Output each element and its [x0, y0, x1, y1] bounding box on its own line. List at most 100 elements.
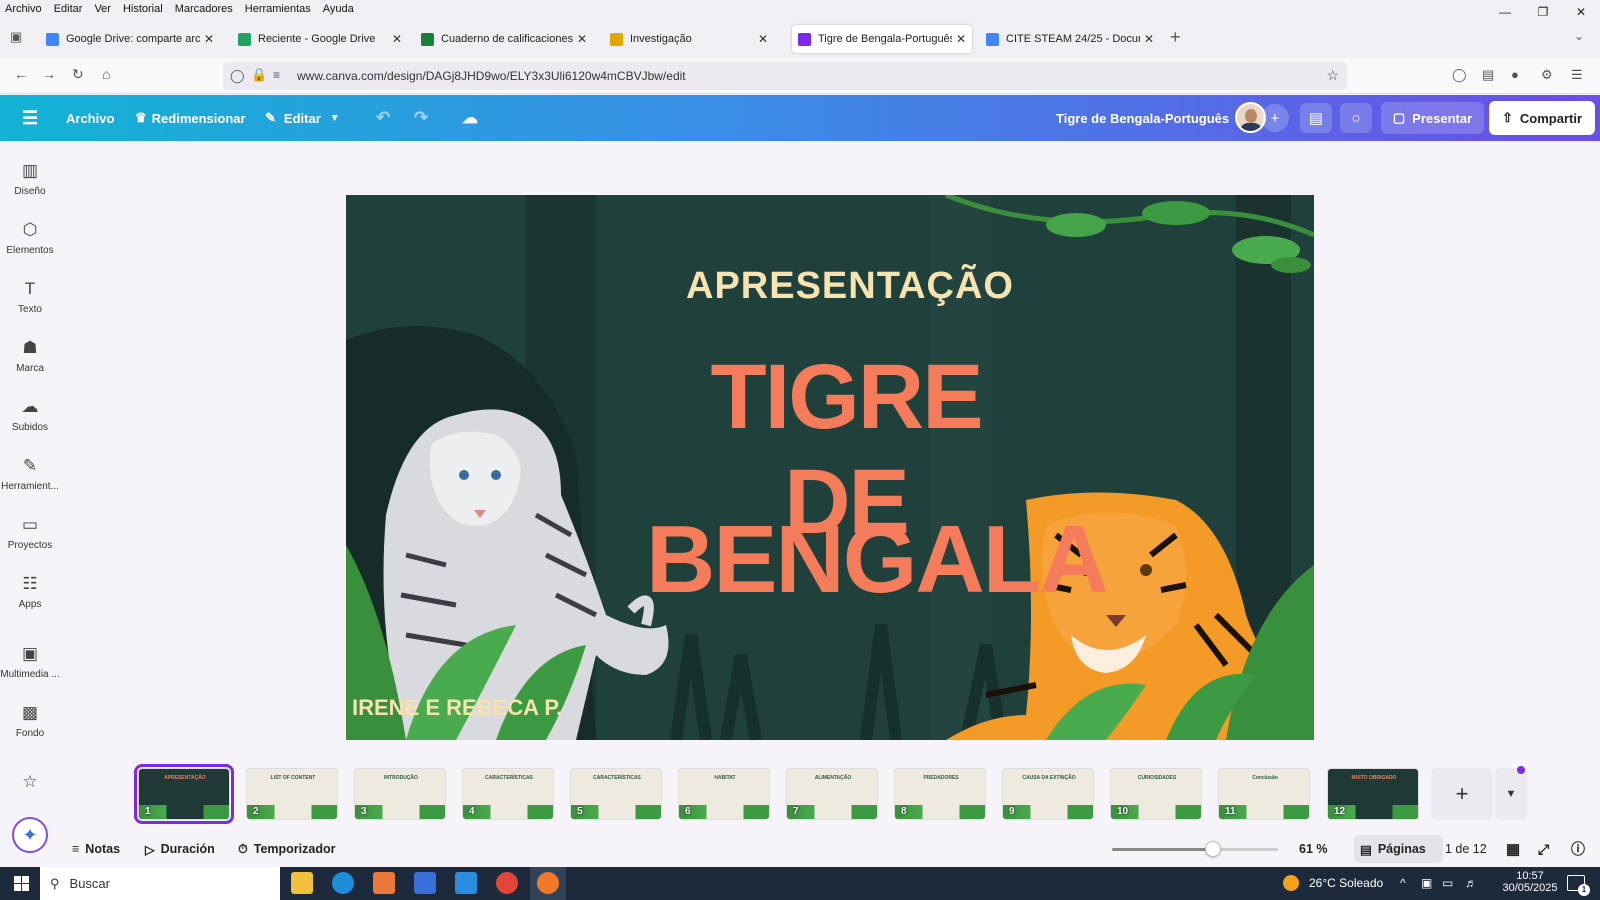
page-thumbnail[interactable]: HABITAT 6 — [678, 768, 770, 820]
mail-icon[interactable] — [455, 872, 477, 894]
slide-authors[interactable]: IRENE E REBECA P. — [352, 695, 562, 721]
taskbar-search[interactable]: ⚲ Buscar — [40, 867, 280, 900]
insights-chart-icon[interactable]: ▤ — [1300, 103, 1332, 133]
lock-icon[interactable]: 🔒 — [251, 67, 267, 83]
address-bar[interactable]: ◯ 🔒 ≡ www.canva.com/design/DAGj8JHD9wo/E… — [223, 62, 1347, 90]
sidebar-item-apps[interactable]: ☷ Apps — [0, 573, 60, 610]
browser-menu-item[interactable]: Marcadores — [169, 3, 239, 15]
close-tab-icon[interactable]: ✕ — [758, 32, 768, 46]
close-tab-icon[interactable]: ✕ — [1144, 32, 1154, 46]
page-thumbnail[interactable]: CURIOSIDADES 10 — [1110, 768, 1202, 820]
browser-menu-item[interactable]: Archivo — [0, 3, 48, 15]
bookmark-star-icon[interactable]: ☆ — [1326, 67, 1339, 84]
close-tab-icon[interactable]: ✕ — [577, 32, 587, 46]
reader-view-icon[interactable]: ▤ — [1482, 67, 1494, 83]
pages-button[interactable]: ▤ Páginas — [1360, 833, 1426, 865]
page-thumbnail[interactable]: APRESENTAÇÃO 1 — [134, 764, 234, 824]
windows-start-icon[interactable] — [14, 876, 29, 891]
close-tab-icon[interactable]: ✕ — [956, 32, 966, 46]
slide-title-line-2[interactable]: BENGALA — [646, 505, 1109, 615]
zoom-slider[interactable] — [1112, 841, 1278, 857]
slide-canvas[interactable]: APRESENTAÇÃO TIGRE DE BENGALA IRENE E RE… — [346, 195, 1314, 740]
sidebar-item-proyectos[interactable]: ▭ Proyectos — [0, 514, 60, 551]
url-text[interactable]: www.canva.com/design/DAGj8JHD9wo/ELY3x3U… — [297, 69, 686, 83]
forward-icon[interactable]: → — [42, 66, 56, 82]
back-icon[interactable]: ← — [14, 66, 28, 82]
extensions-icon[interactable]: ⚙ — [1541, 67, 1553, 83]
sidebar-item-elementos[interactable]: ⬡ Elementos — [0, 219, 60, 256]
page-thumbnail[interactable]: ALIMENTAÇÃO 7 — [786, 768, 878, 820]
redo-icon[interactable]: ↷ — [414, 95, 428, 141]
help-icon[interactable]: ⓘ — [1571, 833, 1585, 865]
present-button[interactable]: ▢ Presentar — [1381, 102, 1484, 134]
page-thumbnail[interactable]: MUITO OBRIGADO 12 — [1327, 768, 1419, 820]
document-title[interactable]: Tigre de Bengala-Português — [1056, 95, 1229, 141]
app-menu-icon[interactable]: ☰ — [1571, 67, 1583, 83]
page-thumbnail[interactable]: CARACTERÍSTICAS 4 — [462, 768, 554, 820]
page-thumbnail[interactable]: CARACTERÍSTICAS 5 — [570, 768, 662, 820]
network-icon[interactable]: ▭ — [1442, 876, 1453, 890]
edit-mode-button[interactable]: ✎ Editar ▼ — [265, 95, 340, 141]
resize-button[interactable]: ♛ Redimensionar — [135, 95, 246, 141]
browser-menu-item[interactable]: Editar — [48, 3, 89, 15]
browser-menu-item[interactable]: Herramientas — [239, 3, 317, 15]
file-menu-button[interactable]: Archivo — [66, 95, 114, 141]
browser-tab[interactable]: Tigre de Bengala-Português - P ✕ — [792, 25, 972, 53]
edge-icon[interactable] — [332, 872, 354, 894]
undo-icon[interactable]: ↶ — [376, 95, 390, 141]
account-icon[interactable]: ● — [1511, 67, 1519, 82]
share-button[interactable]: ⇧ Compartir — [1489, 101, 1595, 135]
fullscreen-icon[interactable]: ⤢ — [1538, 833, 1549, 865]
slide-heading[interactable]: APRESENTAÇÃO — [686, 265, 1013, 308]
new-tab-icon[interactable]: + — [1170, 27, 1181, 48]
pocket-icon[interactable]: ◯ — [1452, 67, 1467, 83]
cloud-save-icon[interactable]: ☁ — [462, 95, 478, 141]
camera-icon[interactable]: ▣ — [1421, 876, 1432, 890]
page-thumbnail[interactable]: LIST OF CONTENT 2 — [246, 768, 338, 820]
sidebar-item-diseño[interactable]: ▥ Diseño — [0, 160, 60, 197]
home-icon[interactable]: ⌂ — [102, 66, 110, 82]
grid-view-icon[interactable]: ▦ — [1506, 833, 1520, 865]
browser-tab[interactable]: CITE STEAM 24/25 - Document ✕ — [980, 25, 1160, 53]
chrome-icon[interactable] — [496, 872, 518, 894]
media-player-icon[interactable] — [373, 872, 395, 894]
clock[interactable]: 10:57 30/05/2025 — [1500, 870, 1560, 894]
close-tab-icon[interactable]: ✕ — [392, 32, 402, 46]
browser-tab[interactable]: Cuaderno de calificaciones de 4 ✕ — [415, 25, 593, 53]
notification-center-icon[interactable]: 1 — [1567, 875, 1590, 896]
zoom-level[interactable]: 61 % — [1299, 833, 1328, 865]
tray-chevron-icon[interactable]: ^ — [1400, 876, 1406, 890]
browser-menu-item[interactable]: Ayuda — [317, 3, 360, 15]
weather-text[interactable]: 26°C Soleado — [1309, 876, 1383, 890]
page-thumbnail[interactable]: PREDADORES 8 — [894, 768, 986, 820]
shield-icon[interactable]: ◯ — [230, 68, 245, 84]
browser-tab[interactable]: Google Drive: comparte archivos ✕ — [40, 25, 220, 53]
page-thumbnail[interactable]: CAUSA DA EXTINÇÃO 9 — [1002, 768, 1094, 820]
browser-menu-item[interactable]: Historial — [117, 3, 169, 15]
sidebar-item-subidos[interactable]: ☁ Subidos — [0, 396, 60, 433]
file-explorer-icon[interactable] — [291, 872, 313, 894]
sidebar-item-marca[interactable]: ☗ Marca — [0, 337, 60, 374]
sidebar-item-multimedia[interactable]: ▣ Multimedia ... — [0, 643, 60, 680]
page-thumbnail[interactable]: INTRODUÇÃO 3 — [354, 768, 446, 820]
sidebar-item-fondo[interactable]: ▩ Fondo — [0, 702, 60, 739]
browser-tab[interactable]: Reciente - Google Drive ✕ — [232, 25, 408, 53]
browser-tab[interactable]: Investigação ✕ — [604, 25, 774, 53]
more-pages-button[interactable]: ▼ — [1495, 768, 1527, 820]
tab-list-icon[interactable]: ▣ — [10, 29, 22, 45]
close-tab-icon[interactable]: ✕ — [204, 32, 214, 46]
timer-button[interactable]: ⏱ Temporizador — [238, 833, 336, 865]
page-thumbnail[interactable]: Conclusão 11 — [1218, 768, 1310, 820]
volume-icon[interactable]: ♬ — [1465, 876, 1477, 890]
hamburger-menu-icon[interactable]: ☰ — [22, 95, 38, 141]
browser-menu-item[interactable]: Ver — [88, 3, 117, 15]
tab-overflow-chevron-icon[interactable]: ⌄ — [1574, 29, 1584, 43]
permissions-icon[interactable]: ≡ — [273, 68, 280, 82]
notes-button[interactable]: ≡ Notas — [72, 833, 120, 865]
zoom-slider-handle[interactable] — [1205, 841, 1221, 857]
duration-button[interactable]: ▷ Duración — [145, 833, 215, 865]
add-page-button[interactable]: + — [1431, 768, 1493, 820]
firefox-icon[interactable] — [537, 872, 559, 894]
comments-icon[interactable]: ○ — [1340, 103, 1372, 133]
sidebar-item-texto[interactable]: T Texto — [0, 278, 60, 315]
